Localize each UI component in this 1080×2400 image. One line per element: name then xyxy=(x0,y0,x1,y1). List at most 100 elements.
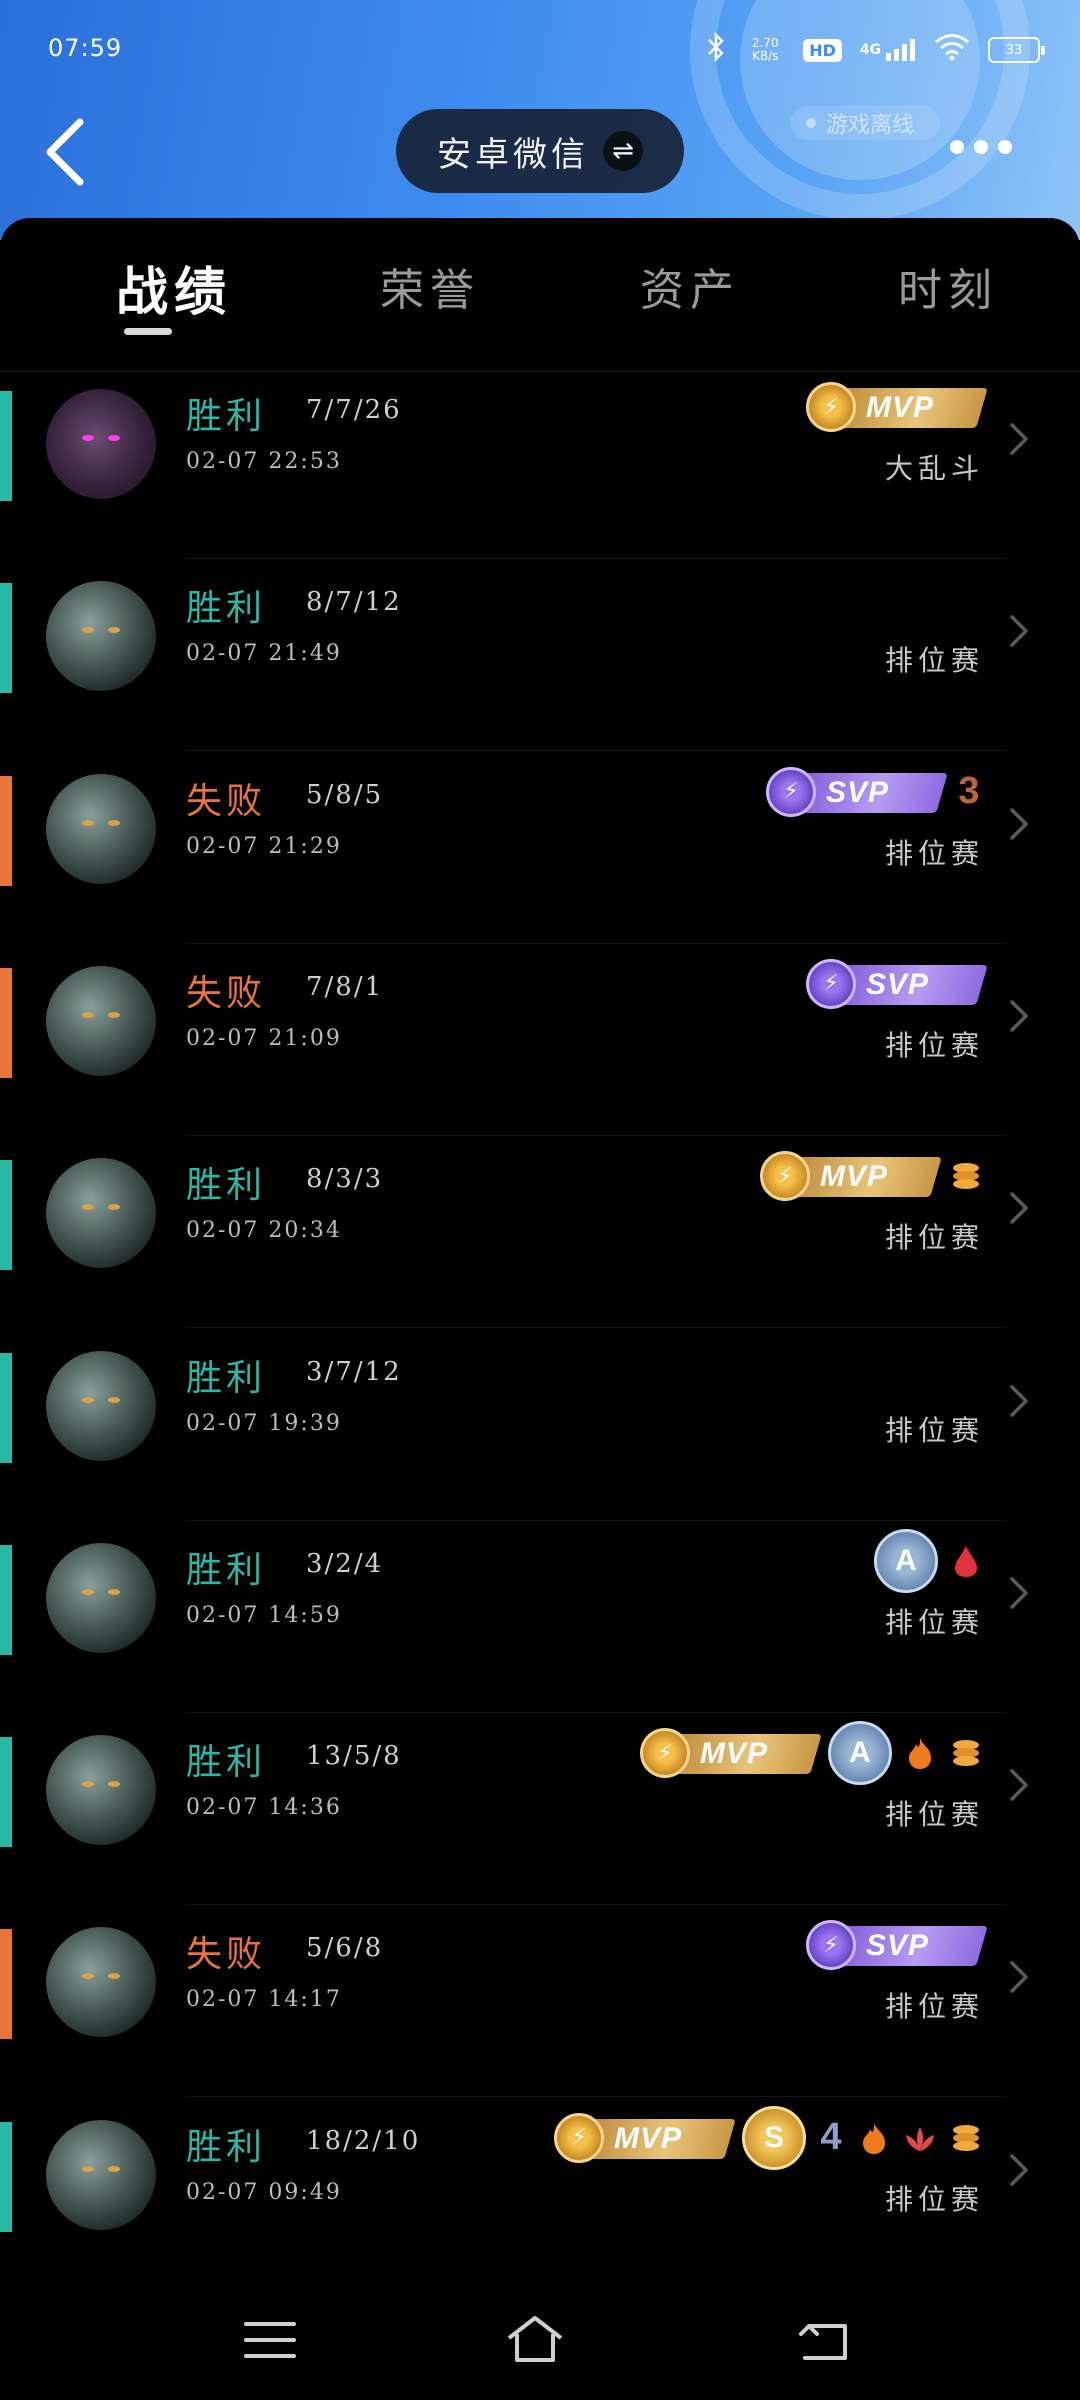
bluetooth-icon xyxy=(705,31,727,69)
result-indicator-bar xyxy=(0,775,12,886)
chevron-right-icon xyxy=(1006,1381,1032,1421)
match-datetime: 02-07 14:59 xyxy=(186,1602,342,1628)
match-kda: 5/8/5 xyxy=(306,779,384,810)
mvp-medal-icon: ⚡ xyxy=(640,1728,690,1779)
gold-coins-icon xyxy=(948,2118,984,2158)
match-badges: ⚡ MVP xyxy=(806,377,988,437)
match-badges: ⚡ SVP xyxy=(806,1915,988,1975)
svp-medal-icon: ⚡ xyxy=(806,958,856,1009)
chevron-right-icon xyxy=(1006,1957,1032,1997)
chevron-right-icon xyxy=(1006,804,1032,844)
match-row[interactable]: 胜利 3/2/4 02-07 14:59 A 排位赛 xyxy=(0,1527,1080,1719)
home-button[interactable] xyxy=(505,2310,565,2370)
hero-avatar xyxy=(46,1927,156,2038)
match-row[interactable]: 胜利 8/3/3 02-07 20:34 ⚡ MVP 排位赛 xyxy=(0,1142,1080,1334)
avatar-eye xyxy=(108,1588,120,1595)
wifi-icon xyxy=(934,33,970,68)
hero-avatar xyxy=(46,1735,156,1846)
first-blood-icon xyxy=(948,1541,984,1581)
chevron-right-icon xyxy=(1006,996,1032,1036)
match-row[interactable]: 失败 5/8/5 02-07 21:29 ⚡ SVP 3 排位赛 xyxy=(0,758,1080,950)
match-result: 失败 xyxy=(186,780,267,822)
result-indicator-bar xyxy=(0,1352,12,1463)
match-row[interactable]: 失败 5/6/8 02-07 14:17 ⚡ SVP 排位赛 xyxy=(0,1911,1080,2103)
hero-avatar xyxy=(46,773,156,884)
match-datetime: 02-07 14:17 xyxy=(186,1987,342,2013)
result-indicator-bar xyxy=(0,391,12,501)
match-row[interactable]: 胜利 13/5/8 02-07 14:36 ⚡ MVP A 排位赛 xyxy=(0,1719,1080,1911)
result-indicator-bar xyxy=(0,967,12,1078)
avatar-eye xyxy=(82,2165,94,2172)
mvp-badge: ⚡ MVP xyxy=(554,2112,736,2163)
match-row[interactable]: 失败 7/8/1 02-07 21:09 ⚡ SVP 排位赛 xyxy=(0,950,1080,1142)
tab-honors[interactable]: 荣誉 xyxy=(380,254,480,318)
tab-records[interactable]: 战绩 xyxy=(116,250,232,325)
switch-arrows-icon: ⇌ xyxy=(603,131,643,171)
svp-badge: ⚡ SVP xyxy=(806,1920,988,1971)
match-kda: 8/7/12 xyxy=(306,587,402,618)
match-result: 胜利 xyxy=(186,2126,267,2168)
match-badges: ⚡ SVP xyxy=(806,954,988,1014)
avatar-eye xyxy=(82,1588,94,1595)
chevron-right-icon xyxy=(1006,419,1032,459)
avatar-eye xyxy=(82,819,94,826)
svp-badge-label: SVP xyxy=(866,1929,930,1963)
match-result: 失败 xyxy=(186,972,267,1014)
match-datetime: 02-07 09:49 xyxy=(186,2179,342,2205)
home-icon xyxy=(507,2316,563,2362)
result-indicator-bar xyxy=(0,1160,12,1271)
chevron-right-icon xyxy=(1006,1188,1032,1228)
gold-coins-icon xyxy=(948,1733,984,1773)
match-kda: 5/6/8 xyxy=(306,1933,384,1964)
match-mode: 排位赛 xyxy=(884,1605,984,1639)
mvp-badge-label: MVP xyxy=(820,1160,889,1194)
more-options-button[interactable] xyxy=(950,140,1012,154)
grade-a-badge: A xyxy=(874,1528,938,1593)
grade-a-badge: A xyxy=(828,1721,892,1786)
tab-moments[interactable]: 时刻 xyxy=(898,254,998,318)
match-datetime: 02-07 22:53 xyxy=(186,449,342,474)
menu-button[interactable] xyxy=(240,2310,300,2370)
tab-assets[interactable]: 资产 xyxy=(640,254,740,318)
mvp-badge: ⚡ MVP xyxy=(640,1728,822,1779)
account-switch-button[interactable]: 安卓微信 ⇌ xyxy=(396,109,684,193)
match-kda: 3/2/4 xyxy=(306,1548,384,1579)
mvp-badge: ⚡ MVP xyxy=(760,1151,942,1202)
battery-icon: 33 xyxy=(988,37,1045,63)
mvp-badge-label: MVP xyxy=(614,2121,683,2155)
result-indicator-bar xyxy=(0,583,12,694)
avatar-eye xyxy=(82,1396,94,1403)
avatar-eye xyxy=(82,435,94,441)
system-back-button[interactable] xyxy=(795,2310,855,2370)
match-row[interactable]: 胜利 7/7/26 02-07 22:53 ⚡ MVP 大乱斗 xyxy=(0,373,1080,565)
match-row[interactable]: 胜利 3/7/12 02-07 19:39 排位赛 xyxy=(0,1335,1080,1527)
net-speed: 2.70 KB/s xyxy=(751,36,779,63)
hero-avatar xyxy=(46,1350,156,1461)
header: 07:59 2.70 KB/s HD 4G 33 安卓微信 ⇌ 游戏离线 xyxy=(0,0,1080,240)
lotus-icon xyxy=(902,2118,938,2158)
match-row[interactable]: 胜利 18/2/10 02-07 09:49 ⚡ MVP S 4 排位赛 xyxy=(0,2104,1080,2296)
network-type: 4G xyxy=(859,42,882,58)
chevron-right-icon xyxy=(1006,2150,1032,2190)
hero-avatar xyxy=(46,1542,156,1653)
svp-badge-label: SVP xyxy=(826,775,890,809)
row-divider xyxy=(186,750,1006,752)
offline-dot-icon xyxy=(806,118,816,128)
gold-coins-icon xyxy=(948,1156,984,1196)
avatar-eye xyxy=(108,2165,120,2172)
mvp-medal-icon: ⚡ xyxy=(806,382,856,432)
back-button[interactable] xyxy=(40,112,96,192)
mvp-badge-label: MVP xyxy=(866,391,935,424)
match-mode: 排位赛 xyxy=(884,644,984,678)
mvp-badge-label: MVP xyxy=(700,1737,769,1771)
menu-icon xyxy=(244,2322,296,2358)
row-divider xyxy=(186,1904,1006,1906)
avatar-eye xyxy=(108,435,120,441)
match-badges: A xyxy=(874,1528,984,1593)
match-datetime: 02-07 21:49 xyxy=(186,641,342,667)
hd-voice-icon: HD xyxy=(803,38,842,62)
svp-badge: ⚡ SVP xyxy=(806,958,988,1009)
chevron-right-icon xyxy=(1006,1573,1032,1613)
match-row[interactable]: 胜利 8/7/12 02-07 21:49 排位赛 xyxy=(0,565,1080,757)
result-indicator-bar xyxy=(0,1737,12,1848)
